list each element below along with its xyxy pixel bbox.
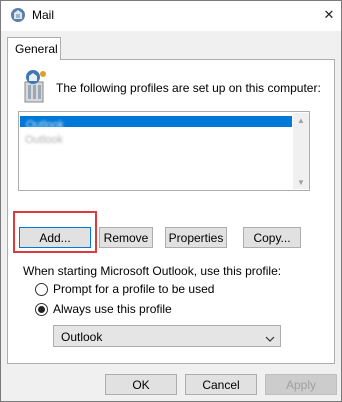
scroll-down-icon[interactable]: ▼ [293, 175, 309, 189]
profile-select[interactable]: Outlook [53, 325, 281, 347]
tab-general-label: General [15, 42, 58, 56]
listbox-scrollbar[interactable]: ▲ ▼ [293, 113, 309, 189]
radio-always-use-profile[interactable] [35, 303, 48, 316]
profiles-intro-text: The following profiles are set up on thi… [56, 81, 321, 95]
cancel-button-label: Cancel [202, 377, 240, 392]
list-item-selected[interactable]: Outlook [20, 116, 292, 131]
profiles-listbox[interactable]: Outlook Outlook ▲ ▼ [18, 111, 310, 191]
apply-button-label: Apply [285, 377, 317, 392]
startup-profile-label: When starting Microsoft Outlook, use thi… [23, 264, 282, 278]
remove-button-label: Remove [103, 230, 149, 245]
tab-general[interactable]: General [7, 37, 61, 60]
mail-profiles-icon [19, 68, 51, 104]
title-bar: Mail ✕ [1, 1, 341, 31]
profile-select-value: Outlook [61, 330, 103, 344]
radio-prompt-profile-label[interactable]: Prompt for a profile to be used [53, 282, 214, 296]
close-icon: ✕ [323, 7, 335, 22]
close-button[interactable]: ✕ [319, 5, 339, 25]
radio-selected-dot [38, 306, 45, 313]
remove-button[interactable]: Remove [99, 227, 153, 248]
properties-button[interactable]: Properties [165, 227, 227, 248]
ok-button[interactable]: OK [105, 374, 177, 395]
radio-prompt-profile[interactable] [35, 283, 48, 296]
cancel-button[interactable]: Cancel [185, 374, 257, 395]
copy-button-label: Copy... [253, 230, 291, 245]
radio-always-use-profile-label[interactable]: Always use this profile [53, 302, 172, 316]
add-button[interactable]: Add... [19, 227, 91, 248]
apply-button[interactable]: Apply [265, 374, 337, 395]
list-item-label: Outlook [26, 119, 64, 131]
copy-button[interactable]: Copy... [243, 227, 301, 248]
properties-button-label: Properties [168, 230, 224, 245]
add-button-label: Add... [39, 230, 71, 245]
mail-app-icon [10, 7, 26, 23]
window-title: Mail [32, 8, 55, 22]
ok-button-label: OK [132, 377, 150, 392]
mail-dialog: Mail ✕ General The following profiles ar… [0, 0, 342, 402]
list-item-label[interactable]: Outlook [25, 134, 63, 146]
chevron-down-icon [265, 332, 275, 342]
scroll-up-icon[interactable]: ▲ [293, 113, 309, 127]
